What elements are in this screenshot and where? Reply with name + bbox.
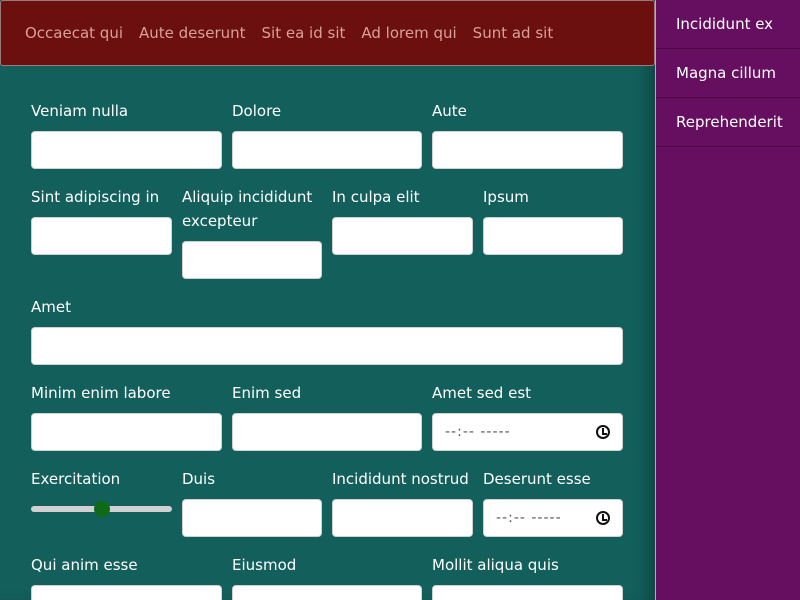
ipsum-input[interactable] — [483, 217, 623, 255]
clock-icon[interactable] — [596, 511, 610, 525]
field-label: Dolore — [232, 102, 282, 120]
field-label: Sint adipiscing in — [31, 188, 160, 206]
aliquip-incididunt-excepteur-input[interactable] — [182, 241, 322, 279]
nav-link-aute-deserunt[interactable]: Aute deserunt — [139, 24, 246, 42]
field-amet: Amet — [31, 295, 623, 365]
mollit-aliqua-quis-input[interactable] — [432, 585, 623, 600]
field-deserunt-esse: Deserunt esse --:-- ----- — [483, 467, 623, 537]
field-duis: Duis — [182, 467, 322, 537]
field-label: Incididunt nostrud — [332, 470, 469, 488]
minim-enim-labore-input[interactable] — [31, 413, 222, 451]
amet-sed-est-time-input[interactable]: --:-- ----- — [432, 413, 623, 451]
field-veniam-nulla: Veniam nulla — [31, 99, 222, 169]
field-label: Mollit aliqua quis — [432, 556, 559, 574]
eiusmod-input[interactable] — [232, 585, 422, 600]
field-enim-sed: Enim sed — [232, 381, 422, 451]
exercitation-slider[interactable] — [31, 499, 172, 537]
time-placeholder: --:-- ----- — [496, 510, 562, 526]
field-label: Duis — [182, 470, 216, 488]
nav-link-sit-ea-id-sit[interactable]: Sit ea id sit — [262, 24, 346, 42]
field-dolore: Dolore — [232, 99, 422, 169]
field-label: Enim sed — [232, 384, 302, 402]
field-label: Veniam nulla — [31, 102, 129, 120]
clock-icon[interactable] — [596, 425, 610, 439]
nav-link-occaecat-qui[interactable]: Occaecat qui — [25, 24, 123, 42]
field-label: Ipsum — [483, 188, 529, 206]
field-sint-adipiscing-in: Sint adipiscing in — [31, 185, 172, 255]
sint-adipiscing-in-input[interactable] — [31, 217, 172, 255]
field-aute: Aute — [432, 99, 623, 169]
field-label: Deserunt esse — [483, 470, 591, 488]
nav-link-sunt-ad-sit[interactable]: Sunt ad sit — [473, 24, 554, 42]
dolore-input[interactable] — [232, 131, 422, 169]
qui-anim-esse-input[interactable] — [31, 585, 222, 600]
field-label: Minim enim labore — [31, 384, 171, 402]
nav-link-ad-lorem-qui[interactable]: Ad lorem qui — [361, 24, 456, 42]
in-culpa-elit-input[interactable] — [332, 217, 473, 255]
duis-input[interactable] — [182, 499, 322, 537]
field-amet-sed-est: Amet sed est --:-- ----- — [432, 381, 623, 451]
field-label: Aute — [432, 102, 467, 120]
field-qui-anim-esse: Qui anim esse — [31, 553, 222, 600]
enim-sed-input[interactable] — [232, 413, 422, 451]
aute-input[interactable] — [432, 131, 623, 169]
veniam-nulla-input[interactable] — [31, 131, 222, 169]
time-placeholder: --:-- ----- — [445, 424, 511, 440]
field-aliquip-incididunt-excepteur: Aliquip incididunt excepteur — [182, 185, 322, 279]
field-in-culpa-elit: In culpa elit — [332, 185, 473, 255]
field-label: Qui anim esse — [31, 556, 138, 574]
sidebar-item-reprehenderit[interactable]: Reprehenderit — [656, 98, 800, 147]
field-minim-enim-labore: Minim enim labore — [31, 381, 222, 451]
sidebar: Incididunt ex Magna cillum Reprehenderit — [655, 0, 800, 600]
amet-input[interactable] — [31, 327, 623, 365]
main-panel: Occaecat qui Aute deserunt Sit ea id sit… — [0, 0, 655, 600]
field-label: In culpa elit — [332, 188, 420, 206]
sidebar-item-magna-cillum[interactable]: Magna cillum — [656, 49, 800, 98]
field-label: Amet sed est — [432, 384, 532, 402]
field-label: Exercitation — [31, 470, 121, 488]
top-nav: Occaecat qui Aute deserunt Sit ea id sit… — [0, 0, 655, 66]
field-label: Aliquip incididunt excepteur — [182, 188, 313, 230]
slider-thumb[interactable] — [93, 501, 110, 517]
field-eiusmod: Eiusmod — [232, 553, 422, 600]
deserunt-esse-time-input[interactable]: --:-- ----- — [483, 499, 623, 537]
field-ipsum: Ipsum — [483, 185, 623, 255]
incididunt-nostrud-input[interactable] — [332, 499, 473, 537]
field-incididunt-nostrud: Incididunt nostrud — [332, 467, 473, 537]
field-mollit-aliqua-quis: Mollit aliqua quis — [432, 553, 623, 600]
field-label: Eiusmod — [232, 556, 297, 574]
field-label: Amet — [31, 298, 71, 316]
field-exercitation: Exercitation — [31, 467, 172, 537]
sidebar-item-incididunt-ex[interactable]: Incididunt ex — [656, 0, 800, 49]
